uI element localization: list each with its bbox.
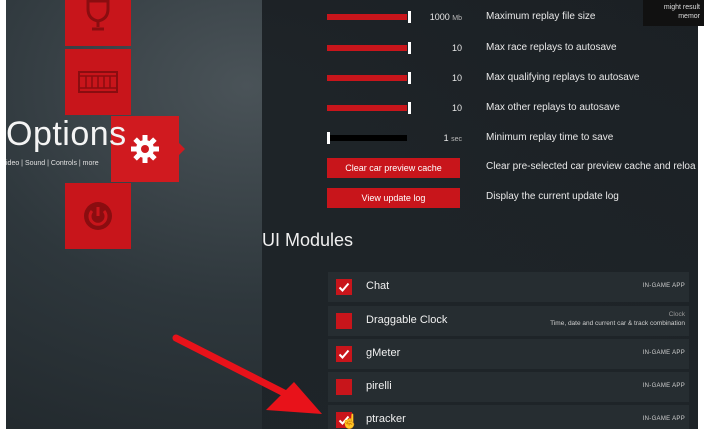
module-checkbox[interactable] [336,346,352,362]
menu-tile-power[interactable] [65,183,131,249]
replay-slider[interactable] [327,132,411,144]
clear-cache-description: Clear pre-selected car preview cache and… [486,161,696,172]
trophy-icon [86,0,110,31]
replay-setting-value: 1 sec [402,133,462,143]
module-name: gMeter [366,347,401,359]
module-checkbox[interactable] [336,379,352,395]
slider-fill [327,105,407,111]
replay-setting-label: Max other replays to autosave [486,102,620,113]
checkmark-icon [338,349,350,359]
hand-cursor-icon: ☝ [341,413,359,429]
value-number: 10 [451,43,462,53]
ui-modules-title: UI Modules [262,230,354,250]
value-number: 10 [451,103,462,113]
module-checkbox[interactable] [336,313,352,329]
module-checkbox[interactable] [336,279,352,295]
power-icon [84,202,112,230]
active-tile-notch [179,143,185,155]
replay-setting-label: Max qualifying replays to autosave [486,72,640,83]
replay-setting-label: Minimum replay time to save [486,132,614,143]
tooltip-line-1: might result [663,4,700,11]
replay-setting-value: 10 [402,73,462,83]
view-update-log-button[interactable]: View update log [327,188,460,208]
module-name: Draggable Clock [366,314,448,326]
slider-fill [327,14,407,20]
module-tag: IN-GAME APP [642,283,685,289]
right-edge [698,0,704,429]
replay-setting-label: Max race replays to autosave [486,42,617,53]
value-unit: Mb [452,15,462,22]
tooltip: might result memor [643,0,704,26]
module-name: Chat [366,280,390,292]
module-tag-desc: Time, date and current car & track combi… [550,320,685,327]
replay-setting-value: 10 [402,103,462,113]
module-row-chat[interactable]: Chat IN-GAME APP [328,272,689,302]
module-row-draggable-clock[interactable]: Draggable Clock Clock Time, date and curre… [328,306,689,336]
replay-slider[interactable] [327,102,411,114]
replay-slider[interactable] [327,72,411,84]
value-unit: sec [451,136,462,143]
menu-tile-trophy[interactable] [65,0,131,46]
view-update-log-description: Display the current update log [486,191,619,202]
replay-slider[interactable] [327,42,411,54]
value-number: 1 [443,133,449,143]
module-tag: IN-GAME APP [642,350,685,356]
film-strip-icon [78,71,118,93]
module-tag-title: Clock [668,311,685,318]
slider-fill [327,45,407,51]
module-name: pirelli [366,380,392,392]
module-tag: IN-GAME APP [642,383,685,389]
slider-track [327,135,407,141]
menu-tile-replay[interactable] [65,49,131,115]
page-subtitle: ideo | Sound | Controls | more [6,160,99,167]
replay-setting-value: 10 [402,43,462,53]
replay-setting-value: 1000 Mb [402,12,462,22]
module-row-pirelli[interactable]: pirelli IN-GAME APP [328,372,689,402]
module-row-gmeter[interactable]: gMeter IN-GAME APP [328,339,689,369]
left-edge [0,0,6,429]
replay-slider[interactable] [327,11,411,23]
annotation-arrow-icon [172,334,322,414]
replay-setting-label: Maximum replay file size [486,11,596,22]
slider-handle[interactable] [327,132,330,144]
value-number: 10 [451,73,462,83]
clear-car-preview-cache-button[interactable]: Clear car preview cache [327,158,460,178]
gear-icon [131,135,159,163]
module-name: ptracker [366,413,406,425]
tooltip-line-2: memor [678,13,700,20]
module-row-ptracker[interactable]: ptracker IN-GAME APP [328,405,689,429]
slider-fill [327,75,407,81]
checkmark-icon [338,282,350,292]
module-tag: Clock Time, date and current car & track … [550,310,685,328]
value-number: 1000 [429,12,450,22]
module-tag: IN-GAME APP [642,416,685,422]
page-title: Options [6,115,127,153]
